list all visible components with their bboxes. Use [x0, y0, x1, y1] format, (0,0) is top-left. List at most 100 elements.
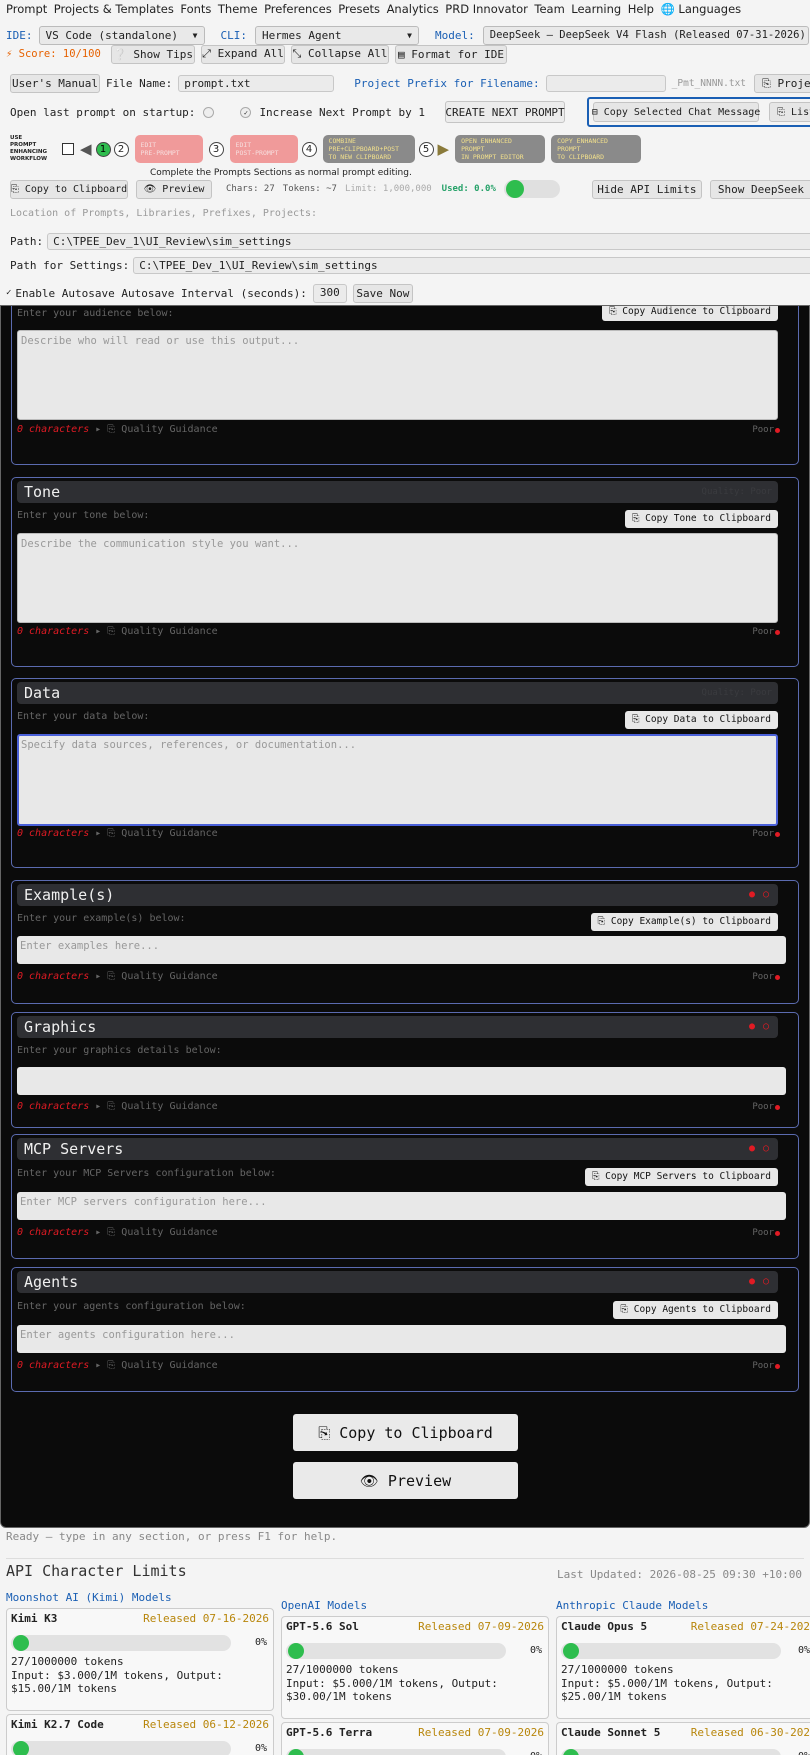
copy-to-clipboard-button[interactable]: ⎘ Copy to Clipboard	[10, 179, 128, 199]
char-count: 0 characters	[17, 971, 90, 982]
quality-guidance-toggle[interactable]: ▸ ⎘ Quality Guidance	[95, 424, 217, 435]
combine-button[interactable]: COMBINE PRE+CLIPBOARD+POST TO NEW CLIPBOAR…	[322, 135, 415, 163]
quality-guidance-toggle[interactable]: ▸ ⎘ Quality Guidance	[95, 1227, 217, 1238]
quality-guidance-toggle[interactable]: ▸ ⎘ Quality Guidance	[95, 971, 217, 982]
copy-selected-chat-button[interactable]: ⊟ Copy Selected Chat Message	[592, 102, 760, 122]
menu-analytics[interactable]: Analytics	[387, 0, 439, 18]
format-for-ide-button[interactable]: ▤ Format for IDE	[395, 44, 507, 64]
autosave-check-icon[interactable]: ✓	[6, 288, 11, 298]
quality-guidance-toggle[interactable]: ▸ ⎘ Quality Guidance	[95, 828, 217, 839]
cli-label: CLI:	[220, 28, 248, 42]
tone-textarea[interactable]: Describe the communication style you wan…	[17, 533, 778, 623]
copy-agents-button[interactable]: ⎘ Copy Agents to Clipboard	[613, 1301, 778, 1319]
bottom-copy-button[interactable]: ⎘ Copy to Clipboard	[293, 1414, 518, 1451]
increase-checkbox[interactable]: ✓	[240, 106, 252, 118]
ide-label: IDE:	[6, 28, 33, 42]
usage-bar	[286, 1643, 506, 1659]
status-dot-icon	[775, 1231, 780, 1236]
status-dot-icon	[775, 428, 780, 433]
copy-examples-button[interactable]: ⎘ Copy Example(s) to Clipboard	[590, 913, 778, 931]
agents-header[interactable]: Agents ● ○	[17, 1271, 778, 1293]
show-tips-button[interactable]: ❔ Show Tips	[111, 44, 195, 64]
list-button[interactable]: ⎘ List of	[769, 102, 810, 122]
graphics-input[interactable]	[17, 1067, 786, 1095]
menu-learning[interactable]: Learning	[571, 0, 621, 18]
users-manual-button[interactable]: User's Manual	[10, 74, 100, 93]
data-textarea[interactable]: Specify data sources, references, or doc…	[17, 734, 778, 826]
chevron-down-icon: ▼	[407, 30, 412, 40]
model-cost: Input: $5.000/1M tokens, Output: $30.00/…	[286, 1677, 498, 1703]
project-prefix-input[interactable]	[545, 75, 666, 92]
hide-api-limits-button[interactable]: Hide API Limits	[591, 179, 702, 199]
create-next-prompt-button[interactable]: CREATE NEXT PROMPT	[445, 101, 566, 123]
usage-bar	[286, 1749, 506, 1755]
agents-input[interactable]: Enter agents configuration here...	[17, 1325, 786, 1353]
model-name: GPT-5.6 Terra	[286, 1726, 373, 1739]
model-card-kimi-k3: Kimi K3 Released 07-16-2026 0% 27/100000…	[6, 1608, 274, 1711]
model-card-gpt56-terra: GPT-5.6 Terra Released 07-09-2026 0%	[281, 1722, 549, 1755]
open-enhanced-button[interactable]: OPEN ENHANCED PROMPT IN PROMPT EDITOR	[455, 135, 546, 163]
copy-data-button[interactable]: ⎘ Copy Data to Clipboard	[624, 711, 778, 729]
menu-prompt[interactable]: Prompt	[6, 0, 47, 18]
file-name-input[interactable]: prompt.txt	[178, 75, 335, 92]
autosave-interval-input[interactable]: 300	[312, 283, 347, 303]
section-graphics: Graphics ● ○ Enter your graphics details …	[11, 1012, 799, 1128]
autosave-label: Enable Autosave Autosave Interval (secon…	[15, 286, 307, 300]
path-label: Path:	[10, 234, 44, 248]
menu-projects-templates[interactable]: Projects & Templates	[54, 0, 174, 18]
copy-audience-button[interactable]: ⎘ Copy Audience to Clipboard	[601, 306, 778, 321]
edit-post-prompt-button[interactable]: EDIT POST-PROMPT	[229, 135, 298, 163]
menu-theme[interactable]: Theme	[218, 0, 258, 18]
settings-path-input[interactable]: C:\TPEE_Dev_1\UI_Review\sim_settings	[133, 256, 810, 274]
char-count: 0 characters	[17, 1101, 90, 1112]
path-input[interactable]: C:\TPEE_Dev_1\UI_Review\sim_settings	[47, 232, 810, 250]
menu-preferences[interactable]: Preferences	[264, 0, 332, 18]
data-header[interactable]: Data Quality: Poor	[17, 682, 778, 704]
copy-mcp-button[interactable]: ⎘ Copy MCP Servers to Clipboard	[584, 1168, 778, 1186]
preview-button[interactable]: 👁 Preview	[136, 179, 212, 199]
mcp-header[interactable]: MCP Servers ● ○	[17, 1138, 778, 1160]
quality-guidance-toggle[interactable]: ▸ ⎘ Quality Guidance	[95, 626, 217, 637]
menu-fonts[interactable]: Fonts	[180, 0, 211, 18]
mcp-input[interactable]: Enter MCP servers configuration here...	[17, 1192, 786, 1220]
examples-header[interactable]: Example(s) ● ○	[17, 884, 778, 906]
edit-pre-prompt-button[interactable]: EDIT PRE-PROMPT	[134, 135, 203, 163]
model-select[interactable]: DeepSeek — DeepSeek V4 Flash (Released 0…	[482, 25, 809, 45]
menu-help[interactable]: Help	[628, 0, 654, 18]
quality-guidance-toggle[interactable]: ▸ ⎘ Quality Guidance	[95, 1101, 217, 1112]
expand-all-button[interactable]: ⤢ Expand All	[201, 44, 285, 64]
section-tone: Tone Quality: Poor Enter your tone below:…	[11, 477, 799, 667]
status-dot-icon	[775, 1105, 780, 1110]
agents-prompt: Enter your agents configuration below:	[17, 1301, 246, 1312]
collapse-all-button[interactable]: ⤡ Collapse All	[291, 44, 389, 64]
quality-guidance-toggle[interactable]: ▸ ⎘ Quality Guidance	[95, 1360, 217, 1371]
edit-pre-line2: PRE-PROMPT	[140, 149, 180, 157]
mcp-title: MCP Servers	[24, 1140, 124, 1158]
graphics-header[interactable]: Graphics ● ○	[17, 1016, 778, 1038]
show-deepseek-button[interactable]: Show DeepSeek / C	[709, 179, 810, 199]
location-label: Location of Prompts, Libraries, Prefixes…	[10, 208, 318, 219]
edit-pre-line1: EDIT	[140, 141, 157, 149]
menu-languages[interactable]: 🌐 Languages	[660, 0, 741, 18]
quality-dots-icon: ● ○	[748, 889, 770, 900]
cli-select[interactable]: Hermes Agent ▼	[255, 25, 419, 45]
quality-dots-icon: ● ○	[748, 1143, 770, 1154]
copy-enhanced-button[interactable]: COPY ENHANCED PROMPT TO CLIPBOARD	[551, 135, 642, 163]
examples-input[interactable]: Enter examples here...	[17, 936, 786, 964]
menu-presets[interactable]: Presets	[338, 0, 380, 18]
bottom-preview-button[interactable]: 👁 Preview	[293, 1462, 518, 1499]
open-last-radio[interactable]	[203, 106, 215, 118]
audience-textarea[interactable]: Describe who will read or use this outpu…	[17, 330, 778, 420]
ide-select[interactable]: VS Code (standalone) ▼	[38, 25, 205, 45]
usage-toggle[interactable]	[503, 180, 560, 198]
projects-button[interactable]: ⎘ Projects P	[754, 74, 810, 93]
tone-header[interactable]: Tone Quality: Poor	[17, 481, 778, 503]
save-now-button[interactable]: Save Now	[352, 283, 413, 303]
menu-team[interactable]: Team	[534, 0, 564, 18]
menu-prd-innovator[interactable]: PRD Innovator	[445, 0, 528, 18]
ide-value: VS Code (standalone)	[45, 28, 178, 42]
combine-line1: COMBINE	[328, 137, 356, 145]
workflow-checkbox[interactable]	[62, 143, 74, 155]
copy-tone-button[interactable]: ⎘ Copy Tone to Clipboard	[624, 510, 778, 528]
model-release: Released 06-30-202	[690, 1726, 810, 1739]
